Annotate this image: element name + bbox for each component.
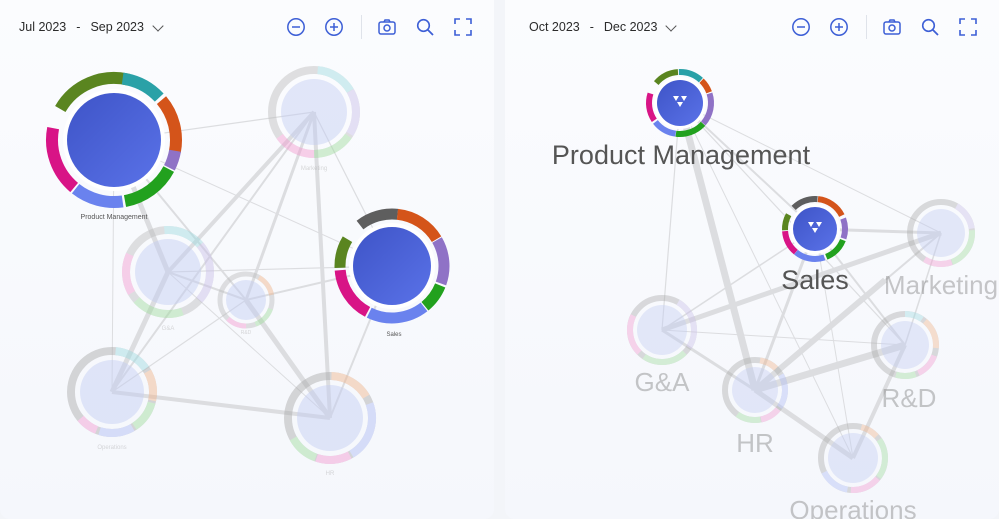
node-rd[interactable]: R&D <box>210 264 281 336</box>
node-label-hr: HR <box>326 471 335 477</box>
node-sales[interactable]: Sales <box>319 193 465 339</box>
node-label-marketing: Marketing <box>884 270 998 300</box>
node-label-sales: Sales <box>781 265 849 295</box>
node-sales[interactable]: Sales <box>773 187 858 295</box>
network-graph[interactable]: Product Management Marketing Sales G&A R… <box>0 0 494 519</box>
node-ga[interactable]: G&A <box>109 213 227 332</box>
node-label-marketing: Marketing <box>301 166 327 172</box>
node-hr[interactable]: HR <box>273 361 387 477</box>
node-label-product-management: Product Management <box>81 214 148 221</box>
node-label-ga: G&A <box>162 326 175 332</box>
node-rd[interactable]: R&D <box>861 301 948 413</box>
node-label-sales: Sales <box>386 332 401 338</box>
node-label-operations: Operations <box>97 445 126 451</box>
node-label-product-management: Product Management <box>552 140 811 170</box>
node-product-management[interactable]: Product Management <box>27 53 202 228</box>
network-panel-left[interactable]: Jul 2023 - Sep 2023 Product Management M… <box>0 0 494 519</box>
node-label-operations: Operations <box>789 495 916 519</box>
node-label-hr: HR <box>736 428 774 458</box>
network-graph[interactable]: Product Management Sales Marketing G&A H… <box>505 0 999 519</box>
network-panel-right[interactable]: Oct 2023 - Dec 2023 Product Management S… <box>505 0 999 519</box>
node-product-management[interactable]: Product Management <box>552 59 811 170</box>
node-label-rd: R&D <box>882 383 937 413</box>
node-ga[interactable]: G&A <box>617 285 708 397</box>
node-label-rd: R&D <box>241 330 252 336</box>
node-operations[interactable]: Operations <box>56 336 168 451</box>
node-label-ga: G&A <box>635 367 691 397</box>
